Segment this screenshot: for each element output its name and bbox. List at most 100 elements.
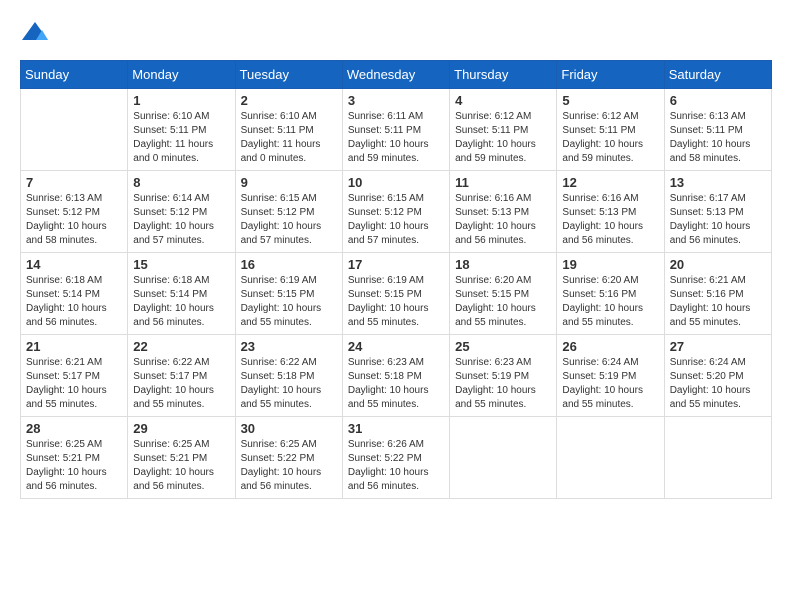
day-info: Sunrise: 6:23 AM Sunset: 5:18 PM Dayligh… (348, 356, 444, 412)
day-number: 28 (26, 421, 122, 436)
day-info: Sunrise: 6:25 AM Sunset: 5:21 PM Dayligh… (133, 438, 229, 494)
day-info: Sunrise: 6:12 AM Sunset: 5:11 PM Dayligh… (455, 110, 551, 166)
day-info: Sunrise: 6:25 AM Sunset: 5:22 PM Dayligh… (241, 438, 337, 494)
day-info: Sunrise: 6:24 AM Sunset: 5:19 PM Dayligh… (562, 356, 658, 412)
calendar-cell: 15 Sunrise: 6:18 AM Sunset: 5:14 PM Dayli… (128, 253, 235, 335)
calendar-cell: 9 Sunrise: 6:15 AM Sunset: 5:12 PM Daylig… (235, 171, 342, 253)
day-number: 6 (670, 93, 766, 108)
day-info: Sunrise: 6:11 AM Sunset: 5:11 PM Dayligh… (348, 110, 444, 166)
calendar-cell: 11Sunrise: 6:16 AM Sunset: 5:13 PM Dayli… (450, 171, 557, 253)
calendar-cell: 7 Sunrise: 6:13 AM Sunset: 5:12 PM Daylig… (21, 171, 128, 253)
calendar-cell: 26 Sunrise: 6:24 AM Sunset: 5:19 PM Dayli… (557, 335, 664, 417)
page-header (20, 20, 772, 50)
day-number: 16 (241, 257, 337, 272)
calendar-cell: 28 Sunrise: 6:25 AM Sunset: 5:21 PM Dayli… (21, 417, 128, 499)
calendar-cell: 16 Sunrise: 6:19 AM Sunset: 5:15 PM Dayli… (235, 253, 342, 335)
header-cell: Thursday (450, 61, 557, 89)
calendar-cell (557, 417, 664, 499)
calendar-week-row: 1 Sunrise: 6:10 AM Sunset: 5:11 PM Daylig… (21, 89, 772, 171)
day-number: 11 (455, 175, 551, 190)
day-number: 14 (26, 257, 122, 272)
day-number: 24 (348, 339, 444, 354)
calendar-cell: 2 Sunrise: 6:10 AM Sunset: 5:11 PM Daylig… (235, 89, 342, 171)
calendar-cell: 31 Sunrise: 6:26 AM Sunset: 5:22 PM Dayli… (342, 417, 449, 499)
day-info: Sunrise: 6:12 AM Sunset: 5:11 PM Dayligh… (562, 110, 658, 166)
day-number: 30 (241, 421, 337, 436)
day-number: 22 (133, 339, 229, 354)
calendar-cell: 8Sunrise: 6:14 AM Sunset: 5:12 PM Daylig… (128, 171, 235, 253)
day-info: Sunrise: 6:20 AM Sunset: 5:15 PM Dayligh… (455, 274, 551, 330)
day-number: 4 (455, 93, 551, 108)
day-info: Sunrise: 6:18 AM Sunset: 5:14 PM Dayligh… (133, 274, 229, 330)
calendar-cell: 29Sunrise: 6:25 AM Sunset: 5:21 PM Dayli… (128, 417, 235, 499)
calendar-week-row: 21 Sunrise: 6:21 AM Sunset: 5:17 PM Dayli… (21, 335, 772, 417)
calendar-cell: 14 Sunrise: 6:18 AM Sunset: 5:14 PM Dayli… (21, 253, 128, 335)
logo (20, 20, 54, 50)
day-number: 27 (670, 339, 766, 354)
day-number: 3 (348, 93, 444, 108)
day-number: 10 (348, 175, 444, 190)
day-info: Sunrise: 6:21 AM Sunset: 5:17 PM Dayligh… (26, 356, 122, 412)
day-info: Sunrise: 6:17 AM Sunset: 5:13 PM Dayligh… (670, 192, 766, 248)
day-info: Sunrise: 6:13 AM Sunset: 5:12 PM Dayligh… (26, 192, 122, 248)
header-cell: Tuesday (235, 61, 342, 89)
calendar-cell: 5 Sunrise: 6:12 AM Sunset: 5:11 PM Daylig… (557, 89, 664, 171)
day-info: Sunrise: 6:15 AM Sunset: 5:12 PM Dayligh… (241, 192, 337, 248)
calendar-cell: 23 Sunrise: 6:22 AM Sunset: 5:18 PM Dayli… (235, 335, 342, 417)
day-info: Sunrise: 6:18 AM Sunset: 5:14 PM Dayligh… (26, 274, 122, 330)
header-cell: Monday (128, 61, 235, 89)
calendar-cell: 30 Sunrise: 6:25 AM Sunset: 5:22 PM Dayli… (235, 417, 342, 499)
calendar-cell: 22 Sunrise: 6:22 AM Sunset: 5:17 PM Dayli… (128, 335, 235, 417)
header-cell: Saturday (664, 61, 771, 89)
day-number: 5 (562, 93, 658, 108)
calendar-week-row: 7 Sunrise: 6:13 AM Sunset: 5:12 PM Daylig… (21, 171, 772, 253)
calendar-cell: 18 Sunrise: 6:20 AM Sunset: 5:15 PM Dayli… (450, 253, 557, 335)
header-cell: Friday (557, 61, 664, 89)
calendar-cell: 20Sunrise: 6:21 AM Sunset: 5:16 PM Dayli… (664, 253, 771, 335)
day-number: 8 (133, 175, 229, 190)
calendar-cell: 19Sunrise: 6:20 AM Sunset: 5:16 PM Dayli… (557, 253, 664, 335)
calendar-cell (664, 417, 771, 499)
day-info: Sunrise: 6:20 AM Sunset: 5:16 PM Dayligh… (562, 274, 658, 330)
day-info: Sunrise: 6:21 AM Sunset: 5:16 PM Dayligh… (670, 274, 766, 330)
calendar-week-row: 28 Sunrise: 6:25 AM Sunset: 5:21 PM Dayli… (21, 417, 772, 499)
day-number: 23 (241, 339, 337, 354)
day-number: 13 (670, 175, 766, 190)
calendar-cell (21, 89, 128, 171)
day-info: Sunrise: 6:19 AM Sunset: 5:15 PM Dayligh… (348, 274, 444, 330)
day-number: 2 (241, 93, 337, 108)
calendar-cell: 27 Sunrise: 6:24 AM Sunset: 5:20 PM Dayli… (664, 335, 771, 417)
calendar-cell: 24 Sunrise: 6:23 AM Sunset: 5:18 PM Dayli… (342, 335, 449, 417)
day-number: 31 (348, 421, 444, 436)
day-info: Sunrise: 6:13 AM Sunset: 5:11 PM Dayligh… (670, 110, 766, 166)
day-number: 26 (562, 339, 658, 354)
day-info: Sunrise: 6:23 AM Sunset: 5:19 PM Dayligh… (455, 356, 551, 412)
day-number: 21 (26, 339, 122, 354)
calendar-cell: 13 Sunrise: 6:17 AM Sunset: 5:13 PM Dayli… (664, 171, 771, 253)
day-info: Sunrise: 6:22 AM Sunset: 5:17 PM Dayligh… (133, 356, 229, 412)
day-info: Sunrise: 6:25 AM Sunset: 5:21 PM Dayligh… (26, 438, 122, 494)
day-number: 1 (133, 93, 229, 108)
day-number: 9 (241, 175, 337, 190)
day-info: Sunrise: 6:24 AM Sunset: 5:20 PM Dayligh… (670, 356, 766, 412)
calendar-table: SundayMondayTuesdayWednesdayThursdayFrid… (20, 60, 772, 499)
calendar-cell: 12Sunrise: 6:16 AM Sunset: 5:13 PM Dayli… (557, 171, 664, 253)
logo-icon (20, 20, 50, 50)
calendar-cell (450, 417, 557, 499)
day-info: Sunrise: 6:10 AM Sunset: 5:11 PM Dayligh… (133, 110, 229, 166)
calendar-cell: 4 Sunrise: 6:12 AM Sunset: 5:11 PM Daylig… (450, 89, 557, 171)
day-number: 15 (133, 257, 229, 272)
header-row: SundayMondayTuesdayWednesdayThursdayFrid… (21, 61, 772, 89)
day-number: 18 (455, 257, 551, 272)
day-info: Sunrise: 6:26 AM Sunset: 5:22 PM Dayligh… (348, 438, 444, 494)
day-info: Sunrise: 6:19 AM Sunset: 5:15 PM Dayligh… (241, 274, 337, 330)
day-info: Sunrise: 6:22 AM Sunset: 5:18 PM Dayligh… (241, 356, 337, 412)
calendar-cell: 25 Sunrise: 6:23 AM Sunset: 5:19 PM Dayli… (450, 335, 557, 417)
day-info: Sunrise: 6:10 AM Sunset: 5:11 PM Dayligh… (241, 110, 337, 166)
day-info: Sunrise: 6:15 AM Sunset: 5:12 PM Dayligh… (348, 192, 444, 248)
calendar-week-row: 14 Sunrise: 6:18 AM Sunset: 5:14 PM Dayli… (21, 253, 772, 335)
day-number: 12 (562, 175, 658, 190)
day-number: 25 (455, 339, 551, 354)
day-number: 7 (26, 175, 122, 190)
calendar-cell: 1 Sunrise: 6:10 AM Sunset: 5:11 PM Daylig… (128, 89, 235, 171)
